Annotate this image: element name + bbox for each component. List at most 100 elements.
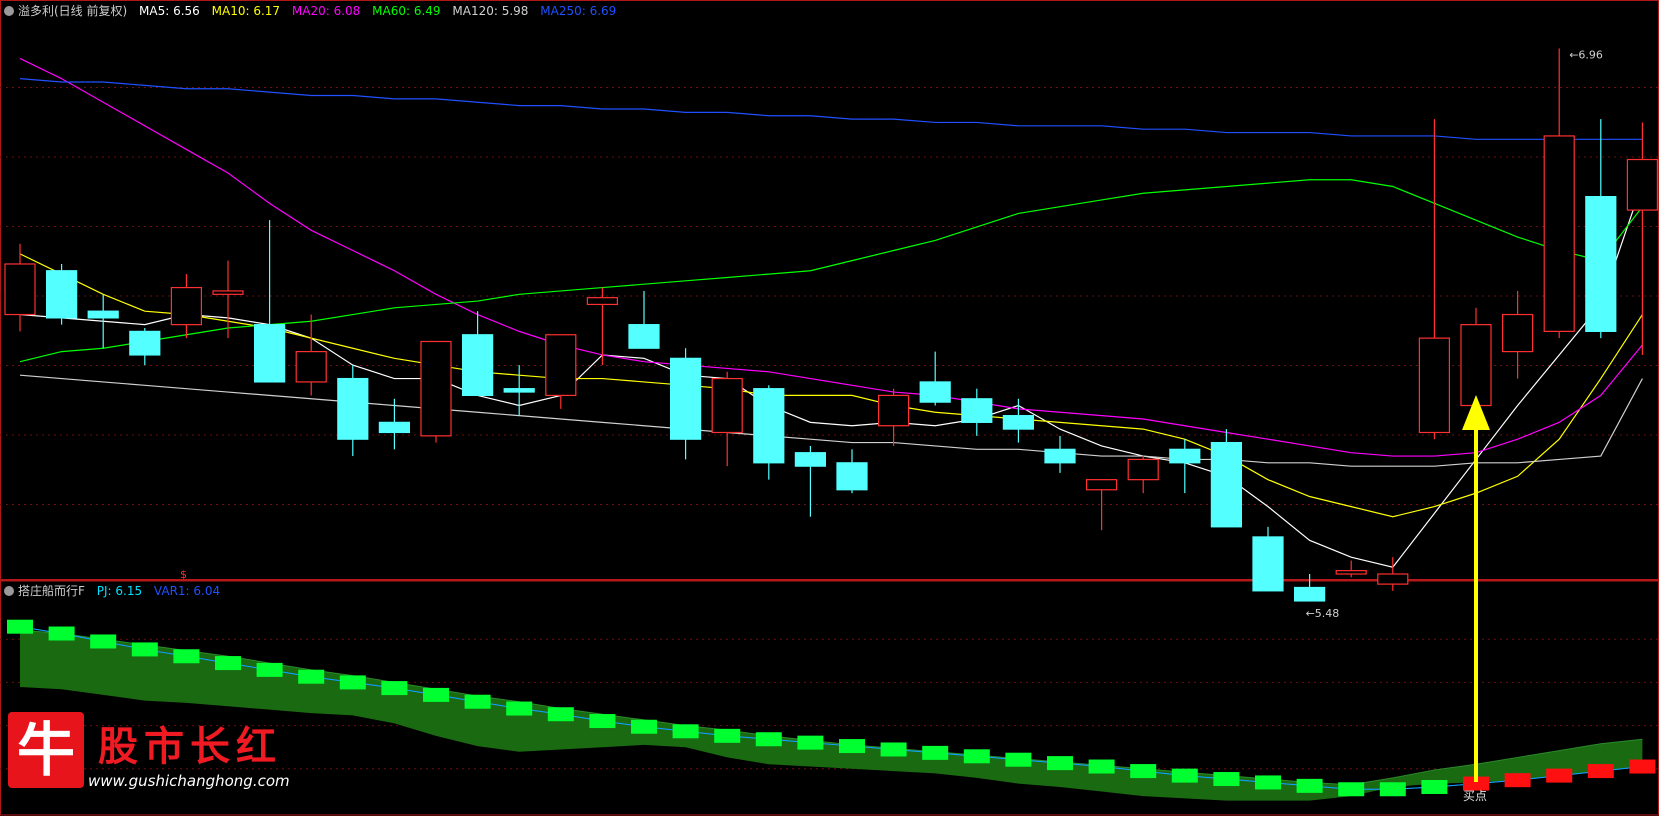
candle-body — [1085, 479, 1118, 491]
indicator-bar — [7, 619, 33, 634]
candle-body — [961, 398, 993, 423]
indicator-bar — [880, 742, 907, 757]
candle-body — [1501, 313, 1534, 353]
candle-body — [1585, 195, 1617, 332]
indicator-bar — [1546, 768, 1573, 783]
candle-body — [87, 310, 119, 319]
watermark-logo: 牛 — [8, 712, 84, 788]
ma120-line — [19, 374, 1643, 467]
high-price-label: ←6.96 — [1569, 48, 1603, 61]
candle-body — [295, 351, 327, 383]
var1-label: VAR1: 6.04 — [153, 584, 221, 598]
indicator-bar — [589, 714, 616, 729]
candle-body — [1169, 448, 1201, 464]
indicator-bar — [1255, 775, 1281, 790]
candle-body — [378, 421, 410, 434]
ma10-label: MA10: 6.17 — [211, 4, 281, 18]
indicator-bar — [1130, 764, 1157, 779]
ma60-label: MA60: 6.49 — [372, 4, 441, 18]
collapse-circle-icon[interactable] — [4, 586, 14, 596]
indicator-bar — [797, 735, 824, 750]
indicator-bar — [714, 728, 741, 743]
indicator-bar — [506, 701, 533, 716]
candle-body — [1377, 573, 1409, 585]
indicator-bar — [963, 749, 990, 764]
candle-body — [919, 381, 951, 403]
indicator-bar — [423, 687, 449, 702]
indicator-header: 搭庄船而行F PJ: 6.15 VAR1: 6.04 — [4, 582, 228, 599]
indicator-bar — [1629, 759, 1656, 774]
indicator-bar — [1047, 756, 1073, 771]
indicator-bar — [922, 745, 949, 760]
candle-body — [711, 377, 743, 434]
indicator-bar — [839, 739, 865, 754]
candle-body — [129, 330, 161, 356]
low-price-label: ←5.48 — [1306, 607, 1340, 620]
candle-body — [45, 270, 78, 319]
chart-svg: ←6.96 ←5.48 $ 买点 — [0, 0, 1659, 816]
indicator-bar — [215, 656, 241, 671]
indicator-bar — [1213, 772, 1240, 787]
ma120-label: MA120: 5.98 — [452, 4, 529, 18]
indicator-bar — [256, 662, 283, 677]
indicator-bar — [547, 707, 574, 722]
candle-body — [4, 263, 36, 316]
indicator-bar — [1171, 768, 1198, 783]
candle-body — [836, 462, 868, 491]
indicator-bar — [631, 719, 657, 734]
buy-point-label: 买点 — [1463, 789, 1487, 803]
candle-body — [877, 394, 910, 427]
candle-body — [212, 290, 244, 295]
candle-body — [1127, 458, 1159, 481]
collapse-circle-icon[interactable] — [4, 6, 14, 16]
candle-body — [420, 340, 452, 437]
candle-body — [1210, 441, 1243, 528]
candle-body — [503, 388, 535, 393]
ma250-label: MA250: 6.69 — [540, 4, 617, 18]
indicator-bar — [1338, 782, 1365, 797]
candle-body — [628, 324, 660, 349]
indicator-bar — [131, 642, 158, 657]
ma5-label: MA5: 6.56 — [139, 4, 200, 18]
candle-body — [1293, 586, 1326, 602]
main-title: 溢多利(日线 前复权) — [18, 4, 128, 18]
watermark-url: www.gushichanghong.com — [88, 772, 290, 790]
candle-body — [669, 357, 702, 440]
indicator-bar — [1421, 779, 1448, 794]
candle-body — [254, 324, 286, 383]
ma20-line — [19, 57, 1643, 457]
indicator-bar — [1504, 773, 1531, 788]
candle-body — [1543, 135, 1575, 332]
indicator-bar — [339, 675, 366, 690]
indicator-bar — [173, 649, 200, 664]
candle-body — [1335, 570, 1367, 575]
indicator-bar — [1088, 759, 1115, 774]
watermark-name: 股市长红 — [98, 723, 282, 770]
candle-body — [462, 334, 494, 397]
indicator-bar — [90, 634, 117, 649]
indicator-bar — [464, 694, 491, 709]
indicator-bar — [755, 732, 782, 747]
pj-label: PJ: 6.15 — [96, 584, 143, 598]
watermark: 牛 股市长红 www.gushichanghong.com — [8, 712, 308, 792]
main-header: 溢多利(日线 前复权) MA5: 6.56 MA10: 6.17 MA20: 6… — [4, 2, 624, 19]
indicator-bar — [1379, 782, 1406, 797]
indicator-bar — [672, 724, 699, 739]
indicator-bar — [1005, 752, 1032, 767]
candle-body — [753, 388, 785, 464]
candle-body — [794, 452, 827, 467]
candle-body — [1418, 337, 1451, 434]
candle-body — [170, 286, 202, 326]
indicator-title: 搭庄船而行F — [18, 584, 85, 598]
candle-body — [1002, 415, 1035, 430]
candle-body — [1460, 324, 1492, 407]
candle-body — [1044, 448, 1076, 464]
indicator-bar — [298, 669, 325, 684]
candle-body — [1252, 536, 1284, 592]
candle-body — [545, 334, 577, 397]
indicator-bar — [48, 626, 75, 641]
candle-body — [337, 377, 369, 440]
candle-body — [586, 297, 619, 306]
candle-body — [1626, 158, 1659, 211]
indicator-bar — [381, 681, 408, 696]
